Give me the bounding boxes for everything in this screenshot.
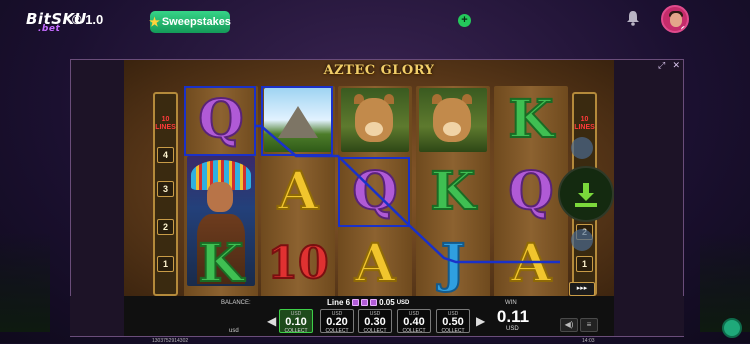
star-icon: ★ — [149, 15, 160, 29]
bet-value: 0.50 — [442, 316, 464, 328]
download-button[interactable] — [558, 166, 614, 222]
win-highlight — [261, 86, 333, 156]
reel-5: K Q A — [494, 86, 568, 298]
game-title: AZTEC GLORY — [323, 63, 435, 78]
puma-muzzle — [443, 122, 461, 136]
palm-decoration-left — [0, 232, 50, 332]
symbol-a: A — [354, 233, 396, 294]
puma-symbol — [341, 88, 409, 152]
chat-support-icon[interactable] — [722, 318, 742, 338]
line-info: Line 6 0.05 USD — [327, 298, 409, 307]
line-label: Line 6 — [327, 298, 351, 307]
bet-action: COLLECT — [284, 328, 308, 334]
bet-action: COLLECT — [441, 328, 465, 334]
line-unit: USD — [396, 299, 410, 306]
left-lines-count: 10 — [161, 116, 170, 123]
line-number[interactable]: 1 — [576, 256, 593, 272]
top-bar: BitSKU .bet ® 1.0 ★ Sweepstakes + ▾ — [0, 0, 750, 42]
left-control-strip — [70, 296, 124, 336]
puma-symbol — [419, 88, 487, 152]
win-highlight — [184, 86, 256, 156]
left-lines-label: 10 LINES — [155, 116, 176, 132]
clock: 14:03 — [582, 338, 595, 344]
bet-value: 0.30 — [364, 316, 386, 328]
right-lines-label: 10 LINES — [574, 116, 595, 132]
bet-option[interactable]: USD 0.30 COLLECT — [358, 309, 392, 334]
line-number[interactable]: 1 — [157, 256, 174, 272]
bet-value: 0.10 — [285, 316, 307, 328]
symbol-k: K — [429, 161, 476, 222]
symbol-q: Q — [507, 161, 554, 222]
hamburger-icon[interactable]: ≡ — [580, 318, 598, 332]
version-label: ® 1.0 — [72, 12, 104, 27]
window-controls: ⤢ ✕ — [654, 60, 684, 70]
right-lines-word: LINES — [574, 124, 595, 131]
line-number[interactable]: 4 — [157, 147, 174, 163]
line-number[interactable]: 2 — [157, 219, 174, 235]
line-value: 0.05 — [379, 298, 395, 307]
symbol-a: A — [277, 161, 319, 222]
chief-face — [207, 182, 233, 212]
line-number[interactable]: 3 — [157, 181, 174, 197]
bet-action: COLLECT — [325, 328, 349, 334]
bet-action: COLLECT — [402, 328, 426, 334]
logo-subtext: .bet — [38, 24, 61, 34]
sweepstakes-button[interactable]: ★ Sweepstakes — [149, 11, 231, 33]
ticket-id: 1303752914302 — [152, 338, 189, 344]
add-funds-button[interactable]: + — [458, 14, 471, 27]
bet-option[interactable]: USD 0.50 COLLECT — [436, 309, 470, 334]
settings-button[interactable] — [571, 229, 593, 251]
symbol-k: K — [197, 233, 244, 294]
win-value: 0.11 — [496, 307, 530, 326]
symbol-j: J — [440, 233, 467, 294]
bet-value: 0.20 — [326, 316, 348, 328]
bet-option[interactable]: USD 0.40 COLLECT — [397, 309, 431, 334]
win-highlight — [338, 157, 410, 227]
chevron-down-icon: ▾ — [681, 26, 687, 31]
sweepstakes-label: Sweepstakes — [161, 16, 231, 28]
balance-unit: usd — [229, 328, 239, 334]
gem-icon — [361, 299, 369, 306]
avatar-face — [670, 13, 682, 27]
gem-icon — [352, 299, 360, 306]
bet-option[interactable]: USD 0.20 COLLECT — [320, 309, 354, 334]
palm-decoration-right — [700, 232, 750, 332]
avatar[interactable]: ▾ — [661, 5, 689, 33]
prev-bet-button[interactable]: ◀ — [267, 314, 276, 328]
download-icon — [575, 183, 597, 207]
right-lines-count: 10 — [580, 116, 589, 123]
gem-icon — [370, 299, 378, 306]
bet-action: COLLECT — [363, 328, 387, 334]
balance-label: BALANCE: — [221, 300, 251, 306]
bell-icon[interactable] — [626, 10, 640, 26]
win-label: WIN — [505, 300, 517, 306]
symbol-a: A — [510, 233, 552, 294]
left-lines-column: 10 LINES 4 3 2 1 — [153, 92, 178, 296]
autoplay-button[interactable]: ▸▸▸ — [569, 282, 595, 296]
play-button[interactable] — [571, 137, 593, 159]
sound-icon[interactable]: ◀) — [560, 318, 578, 332]
bet-option[interactable]: USD 0.10 COLLECT — [279, 309, 313, 334]
win-unit: USD — [506, 326, 519, 332]
fullscreen-icon[interactable]: ⤢ — [658, 60, 665, 70]
puma-muzzle — [365, 122, 383, 136]
reel-4: K J — [416, 86, 490, 298]
bet-value: 0.40 — [403, 316, 425, 328]
symbol-k: K — [507, 89, 554, 150]
right-control-strip — [614, 296, 684, 336]
symbol-10: 10 — [266, 238, 329, 289]
next-bet-button[interactable]: ▶ — [476, 314, 485, 328]
left-lines-word: LINES — [155, 124, 176, 131]
close-icon[interactable]: ✕ — [672, 60, 680, 70]
